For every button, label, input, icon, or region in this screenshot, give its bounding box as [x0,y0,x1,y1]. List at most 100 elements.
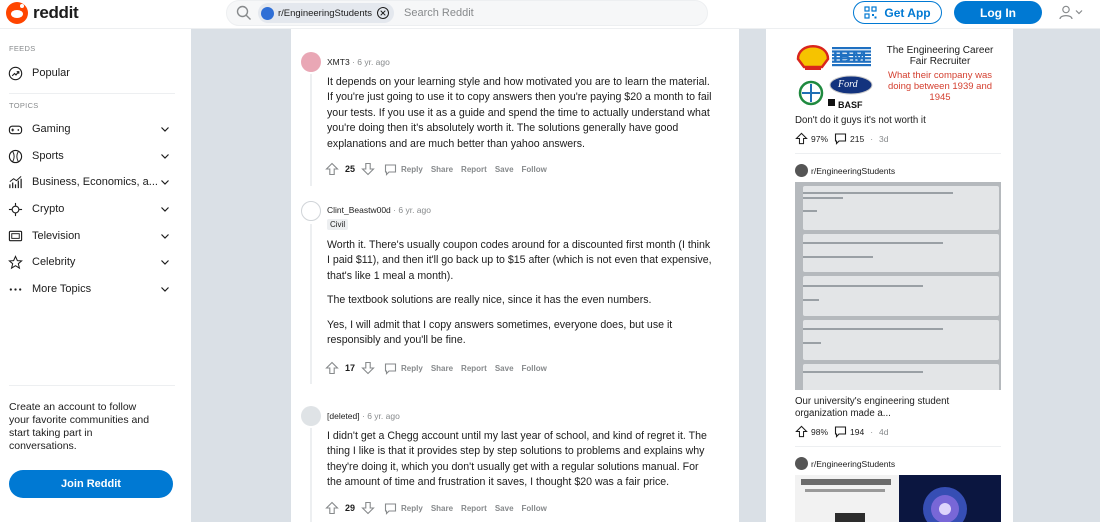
share-button[interactable]: Share [431,364,453,373]
comment-body: Worth it. There's usually coupon codes a… [327,238,715,357]
top-bar: reddit r/EngineeringStudents Get App [0,0,1100,29]
post-thumbnail[interactable] [795,182,1001,390]
comment-bubble-icon [834,426,847,438]
login-button[interactable]: Log In [954,1,1042,24]
ibm-logo-text: IBM [833,47,868,66]
sidebar-item-sports[interactable]: Sports [0,144,191,168]
thread-line[interactable] [310,74,312,186]
subreddit-row[interactable]: r/EngineeringStudents [795,164,895,177]
get-app-button[interactable]: Get App [853,1,942,24]
comment-paragraph: The textbook solutions are really nice, … [327,294,652,307]
upvote-icon[interactable] [325,162,339,176]
sidebar-item-celebrity[interactable]: Celebrity [0,250,191,274]
save-button[interactable]: Save [495,364,514,373]
save-button[interactable]: Save [495,504,514,513]
sidebar-item-crypto[interactable]: Crypto [0,197,191,221]
sidebar-item-more-topics[interactable]: More Topics [0,277,191,301]
comment-score: 25 [345,164,356,174]
comment-score: 29 [345,503,356,513]
comment-bubble-icon [834,133,847,145]
sidebar-item-business[interactable]: Business, Economics, a... [0,170,191,194]
meme-caption: What their company was doing between 193… [887,70,993,103]
comments-panel: XMT3 · 6 yr. ago It depends on your lear… [291,28,739,522]
search-input[interactable] [402,6,607,20]
search-bar[interactable]: r/EngineeringStudents [226,0,708,26]
comment-time[interactable]: 6 yr. ago [398,205,431,215]
community-chip-label: r/EngineeringStudents [278,7,373,19]
comment-author[interactable]: Clint_Beastw00d [327,205,391,215]
survey-question-card [803,320,999,360]
survey-text-line [803,371,923,373]
card-divider [795,153,1001,154]
avatar[interactable] [301,406,321,426]
follow-button[interactable]: Follow [522,165,547,174]
downvote-icon[interactable] [361,361,375,375]
user-menu[interactable] [1058,4,1084,20]
comment-body: It depends on your learning style and ho… [327,75,715,161]
avatar[interactable] [301,52,321,72]
logo-text: reddit [33,3,79,22]
report-button[interactable]: Report [461,504,487,513]
post-title[interactable]: Don't do it guys it's not worth it [795,115,926,127]
survey-text-line [803,299,819,301]
comment-paragraph: I didn't get a Chegg account until my la… [327,430,707,489]
close-icon[interactable] [376,6,390,20]
reply-button[interactable]: Reply [401,165,423,174]
chevron-down-icon [161,180,169,185]
thread-line[interactable] [310,428,312,522]
follow-button[interactable]: Follow [522,504,547,513]
join-reddit-button[interactable]: Join Reddit [9,470,173,498]
upvote-icon[interactable] [325,361,339,375]
subreddit-icon [795,164,808,177]
post-title[interactable]: Our university's engineering student org… [795,396,985,420]
community-avatar [261,6,274,20]
survey-text-line [803,210,817,212]
avatar[interactable] [301,201,321,221]
report-button[interactable]: Report [461,165,487,174]
sidebar-item-popular[interactable]: Popular [0,61,191,85]
comment-time[interactable]: 6 yr. ago [357,57,390,67]
upvote-ratio: 98% [811,426,829,437]
reddit-logo[interactable]: reddit [6,2,79,24]
related-posts-rail: IBM Ford BASF The Engineering Career Fai… [766,28,1013,522]
upvote-icon[interactable] [325,501,339,515]
survey-question-card [803,276,999,316]
crypto-icon [8,202,23,216]
topics-section-title: TOPICS [9,101,39,110]
post-thumbnail[interactable]: IBM Ford BASF The Engineering Career Fai… [795,37,1001,117]
chevron-down-icon [161,154,169,159]
comment-actions: 17 Reply Share Report Save Follow [325,361,547,375]
save-button[interactable]: Save [495,165,514,174]
comment-actions: 29 Reply Share Report Save Follow [325,501,547,515]
subreddit-row[interactable]: r/EngineeringStudents [795,457,895,470]
report-button[interactable]: Report [461,364,487,373]
comment-author[interactable]: XMT3 [327,57,350,67]
downvote-icon[interactable] [361,501,375,515]
reply-button[interactable]: Reply [401,364,423,373]
post-thumbnail[interactable] [795,475,1001,522]
survey-question-card [803,234,999,272]
share-button[interactable]: Share [431,504,453,513]
sidebar-item-gaming[interactable]: Gaming [0,117,191,141]
comment-time[interactable]: 6 yr. ago [367,411,400,421]
post-age: 4d [879,426,889,437]
survey-text-line [803,328,943,330]
downvote-icon[interactable] [361,162,375,176]
follow-button[interactable]: Follow [522,364,547,373]
comment-author[interactable]: [deleted] [327,411,360,421]
survey-text-line [803,197,843,199]
login-label: Log In [980,5,1016,20]
upvote-icon[interactable] [795,425,808,438]
upvote-icon[interactable] [795,132,808,145]
ball-icon [8,149,23,163]
comment-actions: 25 Reply Share Report Save Follow [325,162,547,176]
subreddit-name: r/EngineeringStudents [811,165,896,176]
sidebar-item-television[interactable]: Television [0,224,191,248]
reply-button[interactable]: Reply [401,504,423,513]
community-chip[interactable]: r/EngineeringStudents [258,3,395,23]
survey-text-line [803,192,953,194]
thread-line[interactable] [310,224,312,384]
post-preview-image [795,475,1001,522]
ford-logo-text: Ford [838,79,858,90]
share-button[interactable]: Share [431,165,453,174]
